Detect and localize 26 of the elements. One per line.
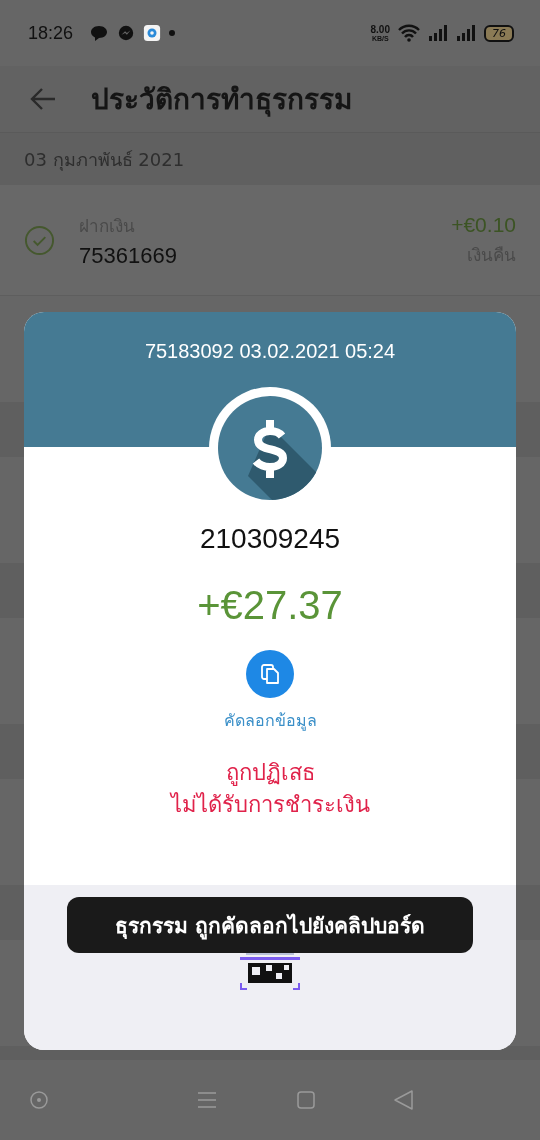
messenger-icon — [117, 24, 136, 42]
signal-icon — [428, 25, 448, 41]
wifi-icon — [398, 24, 420, 42]
app-icon — [143, 24, 162, 42]
status-time: 18:26 — [28, 22, 74, 44]
menu-icon[interactable] — [196, 1090, 219, 1110]
page-title: ประวัติการทำธุรกรรม — [91, 82, 352, 119]
signal-icon — [456, 25, 476, 41]
copy-icon — [258, 662, 282, 686]
circle-nav-icon[interactable] — [29, 1090, 49, 1110]
status-message: ไม่ได้รับการชำระเงิน — [170, 791, 370, 819]
copy-label[interactable]: คัดลอกข้อมูล — [223, 708, 317, 733]
chat-bubble-icon — [89, 23, 110, 43]
transaction-amount: +€0.10 — [451, 212, 516, 237]
copy-button[interactable] — [246, 650, 294, 698]
dot-icon — [169, 30, 176, 36]
back-triangle-icon[interactable] — [393, 1089, 415, 1111]
transaction-number: 75361669 — [79, 242, 178, 269]
dialog-amount: +€27.37 — [197, 583, 343, 628]
reference-number: 210309245 — [199, 523, 341, 555]
battery-level: 76 — [484, 24, 514, 42]
dialog-title: 75183092 03.02.2021 05:24 — [144, 340, 396, 364]
back-arrow-icon[interactable] — [29, 87, 57, 111]
toast-message: ธุรกรรม ถูกคัดลอกไปยังคลิปบอร์ด — [67, 897, 473, 953]
home-square-icon[interactable] — [295, 1090, 316, 1110]
status-message: ถูกปฏิเสธ — [225, 759, 315, 788]
